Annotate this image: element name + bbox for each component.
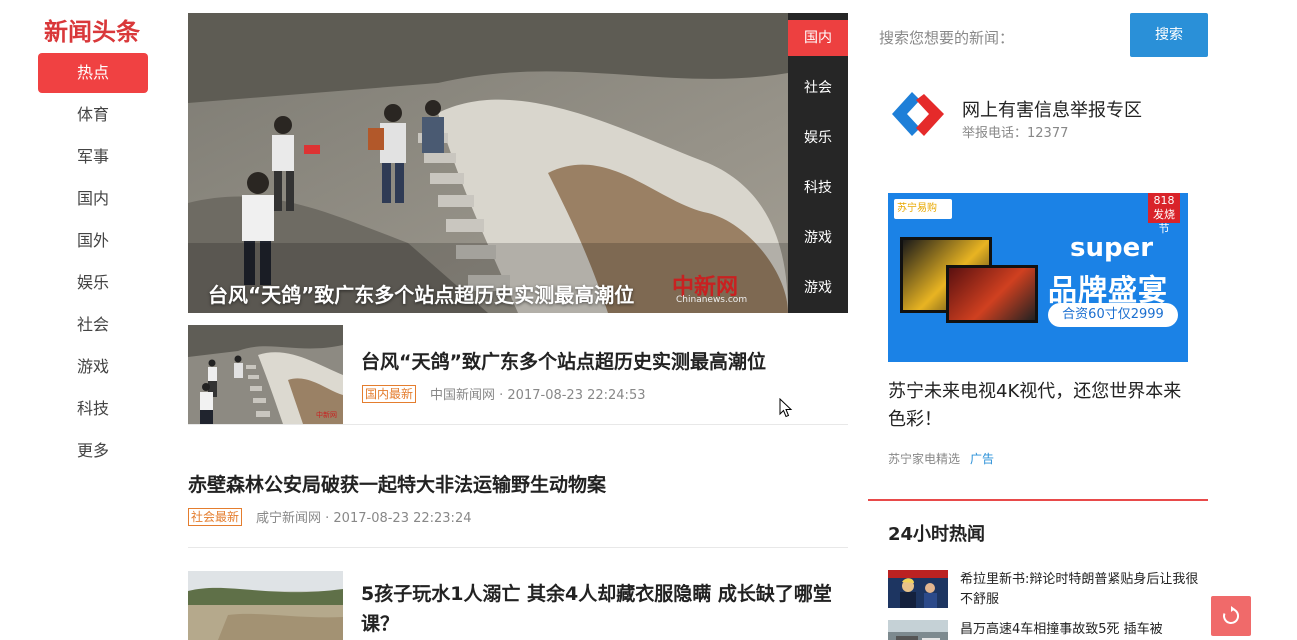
feed-headline[interactable]: 5孩子玩水1人溺亡 其余4人却藏衣服隐瞒 成长缺了哪堂课？	[361, 579, 841, 639]
category-nav: 热点 体育 军事 国内 国外 娱乐 社会 游戏 科技 更多	[38, 53, 148, 473]
site-logo[interactable]: 新闻头条	[44, 12, 140, 47]
nav-item-international[interactable]: 国外	[38, 221, 148, 263]
nav-item-military[interactable]: 军事	[38, 137, 148, 179]
feed-item[interactable]: 5孩子玩水1人溺亡 其余4人却藏衣服隐瞒 成长缺了哪堂课？	[188, 571, 848, 640]
nav-item-games[interactable]: 游戏	[38, 347, 148, 389]
hero-watermark-sub: Chinanews.com	[676, 295, 748, 305]
hero-tab-list: 国内 社会 娱乐 科技 游戏 游戏	[788, 13, 848, 313]
hero-tab-entertainment[interactable]: 娱乐	[788, 113, 848, 163]
nav-item-entertainment[interactable]: 娱乐	[38, 263, 148, 305]
mouse-cursor-icon	[779, 398, 793, 418]
svg-text:中新网: 中新网	[316, 410, 337, 419]
hot-item[interactable]: 昌万高速4车相撞事故致5死 插车被	[888, 620, 1208, 640]
hero-tab-games-2[interactable]: 游戏	[788, 263, 848, 313]
feed-meta-row: 国内最新 中国新闻网 · 2017-08-23 22:24:53	[362, 384, 645, 403]
ad-super-text: super	[1070, 233, 1154, 263]
hot-thumbnail[interactable]	[888, 570, 948, 608]
ad-badge-number: 818	[1153, 194, 1175, 207]
feed-item[interactable]: 赤壁森林公安局破获一起特大非法运输野生动物案 社会最新 咸宁新闻网 · 2017-…	[188, 470, 848, 530]
hot-headline[interactable]: 昌万高速4车相撞事故致5死 插车被	[960, 620, 1200, 640]
ad-caption[interactable]: 苏宁未来电视4K视代，还您世界本来色彩！	[888, 378, 1198, 434]
hot-item[interactable]: 希拉里新书:辩论时特朗普紧贴身后让我很不舒服	[888, 570, 1208, 610]
search-label[interactable]: 搜索您想要的新闻：	[879, 27, 1014, 48]
nav-item-hot[interactable]: 热点	[38, 53, 148, 93]
feed-divider	[188, 424, 848, 425]
feed-thumbnail[interactable]	[188, 571, 343, 640]
category-tag[interactable]: 国内最新	[362, 384, 417, 403]
hero-tab-tech[interactable]: 科技	[788, 163, 848, 213]
hot-thumbnail[interactable]	[888, 620, 948, 640]
hot-section-title: 24小时热闻	[888, 524, 986, 545]
refresh-icon	[1223, 606, 1240, 624]
ad-banner[interactable]: 苏宁易购 818 发烧节 super 品牌盛宴 合资60寸仅2999	[888, 193, 1188, 362]
nav-item-domestic[interactable]: 国内	[38, 179, 148, 221]
hot-headline[interactable]: 希拉里新书:辩论时特朗普紧贴身后让我很不舒服	[960, 570, 1200, 610]
report-title[interactable]: 网上有害信息举报专区	[962, 96, 1142, 122]
hero-tab-domestic[interactable]: 国内	[788, 20, 848, 56]
nav-item-society[interactable]: 社会	[38, 305, 148, 347]
nav-item-sports[interactable]: 体育	[38, 95, 148, 137]
ad-source[interactable]: 苏宁家电精选	[888, 452, 960, 466]
feed-headline[interactable]: 赤壁森林公安局破获一起特大非法运输野生动物案	[188, 470, 848, 500]
category-tag[interactable]: 社会最新	[188, 507, 243, 526]
nav-item-more[interactable]: 更多	[38, 431, 148, 473]
feed-item[interactable]: 中新网 台风“天鸽”致广东多个站点超历史实测最高潮位 国内最新 中国新闻网 · 2…	[188, 325, 848, 425]
feed-thumbnail[interactable]: 中新网	[188, 325, 343, 424]
feed-source-time: 中国新闻网 · 2017-08-23 22:24:53	[430, 388, 646, 403]
hero-tab-society[interactable]: 社会	[788, 63, 848, 113]
ad-label: 广告	[970, 452, 995, 466]
ad-badge-label: 发烧节	[1153, 208, 1175, 235]
hero-headline[interactable]: 台风“天鸽”致广东多个站点超历史实测最高潮位	[208, 279, 634, 308]
ad-badge: 818 发烧节	[1148, 193, 1180, 235]
tv-image	[946, 265, 1038, 323]
hero-carousel[interactable]: 台风“天鸽”致广东多个站点超历史实测最高潮位 中新网 Chinanews.com…	[188, 13, 848, 313]
report-phone: 举报电话：12377	[962, 126, 1069, 141]
page: 新闻头条 热点 体育 军事 国内 国外 娱乐 社会 游戏 科技 更多 台风“天鸽…	[0, 0, 1297, 640]
ad-source-row: 苏宁家电精选 广告	[888, 450, 994, 467]
nav-item-tech[interactable]: 科技	[38, 389, 148, 431]
hot-divider	[868, 499, 1208, 501]
feed-divider	[188, 547, 848, 548]
feed-meta-row: 社会最新 咸宁新闻网 · 2017-08-23 22:23:24	[188, 507, 471, 526]
feed-source-time: 咸宁新闻网 · 2017-08-23 22:23:24	[256, 511, 472, 526]
feed-headline[interactable]: 台风“天鸽”致广东多个站点超历史实测最高潮位	[361, 347, 841, 377]
search-button[interactable]: 搜索	[1130, 13, 1208, 57]
refresh-button[interactable]	[1211, 596, 1251, 636]
report-shield-icon[interactable]	[890, 90, 946, 140]
ad-brand-logo: 苏宁易购	[894, 199, 952, 219]
ad-price-pill: 合资60寸仅2999	[1048, 303, 1178, 327]
hero-image[interactable]	[188, 13, 788, 313]
hero-tab-games[interactable]: 游戏	[788, 213, 848, 263]
